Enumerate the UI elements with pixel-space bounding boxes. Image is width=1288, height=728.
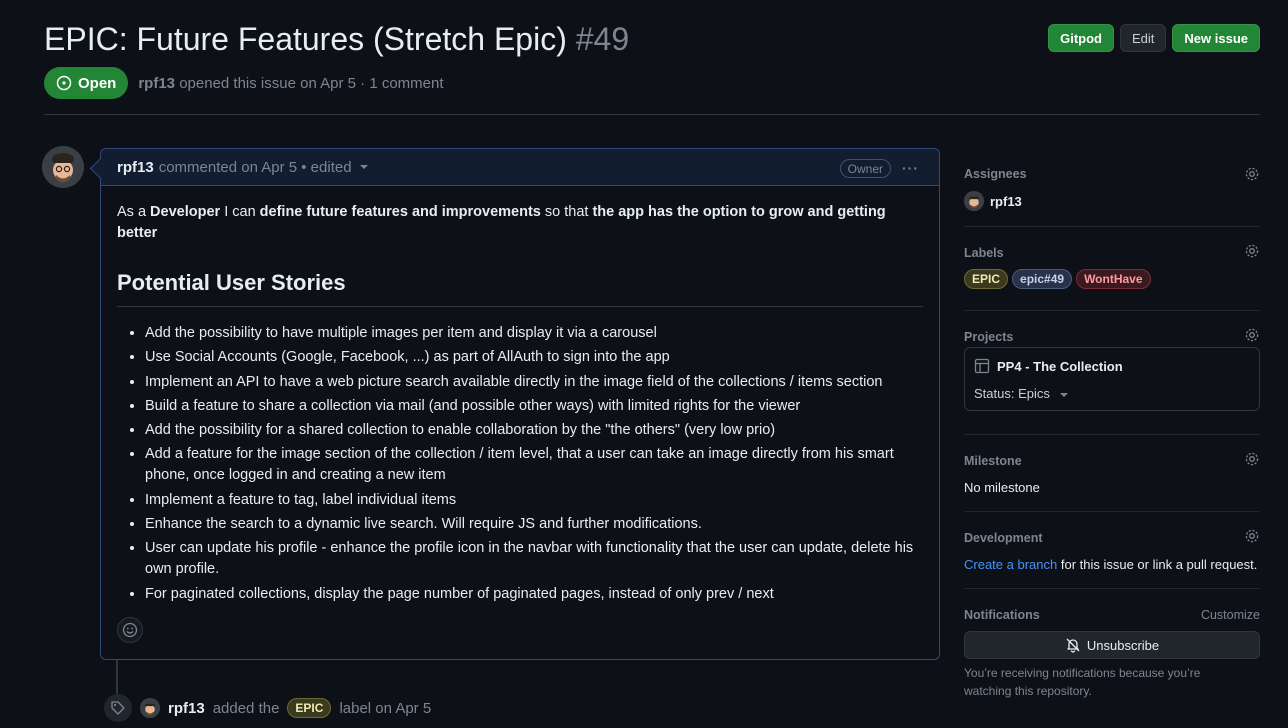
projects-title[interactable]: Projects [964,330,1013,344]
project-status: Status: Epics [974,386,1050,401]
issue-author-link[interactable]: rpf13 [138,75,175,92]
gear-icon[interactable] [1244,451,1260,467]
assignee-row[interactable]: rpf13 [964,191,1022,211]
milestone-section: Milestone No milestone [964,435,1260,512]
list-item: Add the possibility to have multiple ima… [145,323,923,344]
edit-button[interactable]: Edit [1120,24,1167,52]
projects-section: Projects PP4 - The Collection Status: Ep… [964,311,1260,435]
event-text: label on Apr 5 [339,699,432,717]
avatar[interactable] [140,698,160,718]
memoji-avatar-icon [42,146,84,188]
notifications-note: You’re receiving notifications because y… [964,666,1201,698]
project-table-icon [974,358,990,374]
development-text: Create a branch for this issue or link a… [964,557,1258,572]
list-item: Build a feature to share a collection vi… [145,396,923,417]
issue-sidebar: Assignees rpf13 Labels EPIC epic#49 Wont… [964,148,1260,699]
issue-meta: Open rpf13 opened this issue on Apr 5 · … [44,67,444,99]
list-item: User can update his profile - enhance th… [145,538,923,580]
label-wonthave[interactable]: WontHave [1076,269,1151,289]
milestone-title[interactable]: Milestone [964,454,1022,468]
labels-title[interactable]: Labels [964,246,1004,260]
issue-comment: rpf13 commented on Apr 5 • edited Owner … [100,148,940,660]
gitpod-button[interactable]: Gitpod [1048,24,1114,52]
development-title: Development [964,531,1043,545]
label-epic49[interactable]: epic#49 [1012,269,1073,289]
user-stories-list: Add the possibility to have multiple ima… [117,323,923,605]
gear-icon[interactable] [1244,243,1260,259]
timeline-line [116,660,118,694]
smiley-icon [122,622,138,638]
bell-slash-icon [1066,638,1080,653]
comment-author[interactable]: rpf13 [117,159,154,176]
comment-menu-kebab-icon[interactable]: ··· [902,160,919,176]
unsubscribe-label: Unsubscribe [1086,637,1160,653]
label-epic[interactable]: EPIC [287,698,332,718]
status-text: Open [78,74,117,92]
list-item: Use Social Accounts (Google, Facebook, .… [145,347,923,368]
project-name[interactable]: PP4 - The Collection [997,359,1123,374]
list-item: Add the possibility for a shared collect… [145,420,923,441]
gear-icon[interactable] [1244,327,1260,343]
chevron-down-icon [1059,392,1068,397]
issue-header: EPIC: Future Features (Stretch Epic) #49… [44,18,1260,99]
label-epic[interactable]: EPIC [964,269,1009,289]
comment-header: rpf13 commented on Apr 5 • edited Owner … [101,149,939,186]
list-item: Enhance the search to a dynamic live sea… [145,514,923,535]
gear-icon[interactable] [1244,166,1260,182]
assignee-name: rpf13 [990,193,1022,209]
unsubscribe-button[interactable]: Unsubscribe [964,631,1260,659]
issue-meta-rest: opened this issue on Apr 5 · 1 comment [179,74,444,92]
chevron-down-icon[interactable] [359,165,368,169]
event-text: added the [212,699,280,717]
development-section: Development Create a branch for this iss… [964,512,1260,589]
comment-meta[interactable]: commented on Apr 5 • edited [159,159,352,176]
assignees-section: Assignees rpf13 [964,148,1260,227]
header-actions: Gitpod Edit New issue [1048,24,1260,52]
milestone-value: No milestone [964,480,1040,495]
create-branch-link[interactable]: Create a branch [964,557,1057,572]
comment-body: As a Developer I can define future featu… [101,186,939,605]
issue-title-text: EPIC: Future Features (Stretch Epic) [44,21,567,57]
project-card[interactable]: PP4 - The Collection Status: Epics [964,347,1260,411]
avatar[interactable] [42,146,84,188]
new-issue-button[interactable]: New issue [1172,24,1260,52]
owner-badge: Owner [839,159,891,178]
project-status-dropdown[interactable]: Status: Epics [974,386,1068,401]
header-divider [44,114,1260,115]
list-item: Implement a feature to tag, label indivi… [145,490,923,511]
status-badge: Open [44,67,129,99]
avatar [964,191,984,211]
list-item: Implement an API to have a web picture s… [145,372,923,393]
assignees-title[interactable]: Assignees [964,167,1027,181]
list-item: For paginated collections, display the p… [145,584,923,605]
tag-icon [104,694,132,722]
issue-open-icon [56,75,72,91]
gear-icon[interactable] [1244,528,1260,544]
labels-section: Labels EPIC epic#49 WontHave [964,227,1260,311]
timeline-event: rpf13 added the EPIC label on Apr 5 [104,694,431,722]
issue-meta-text: rpf13 opened this issue on Apr 5 · 1 com… [138,75,443,92]
notifications-title: Notifications [964,608,1040,622]
add-reaction-button[interactable] [117,617,143,643]
labels-list: EPIC epic#49 WontHave [964,269,1151,289]
list-item: Add a feature for the image section of t… [145,444,923,486]
issue-number: #49 [575,21,630,57]
customize-link[interactable]: Customize [1201,608,1260,622]
comment-intro: As a Developer I can define future featu… [117,204,886,241]
event-actor[interactable]: rpf13 [168,700,205,717]
notifications-section: Notifications Customize Unsubscribe You’… [964,589,1260,699]
user-stories-heading: Potential User Stories [117,268,923,307]
